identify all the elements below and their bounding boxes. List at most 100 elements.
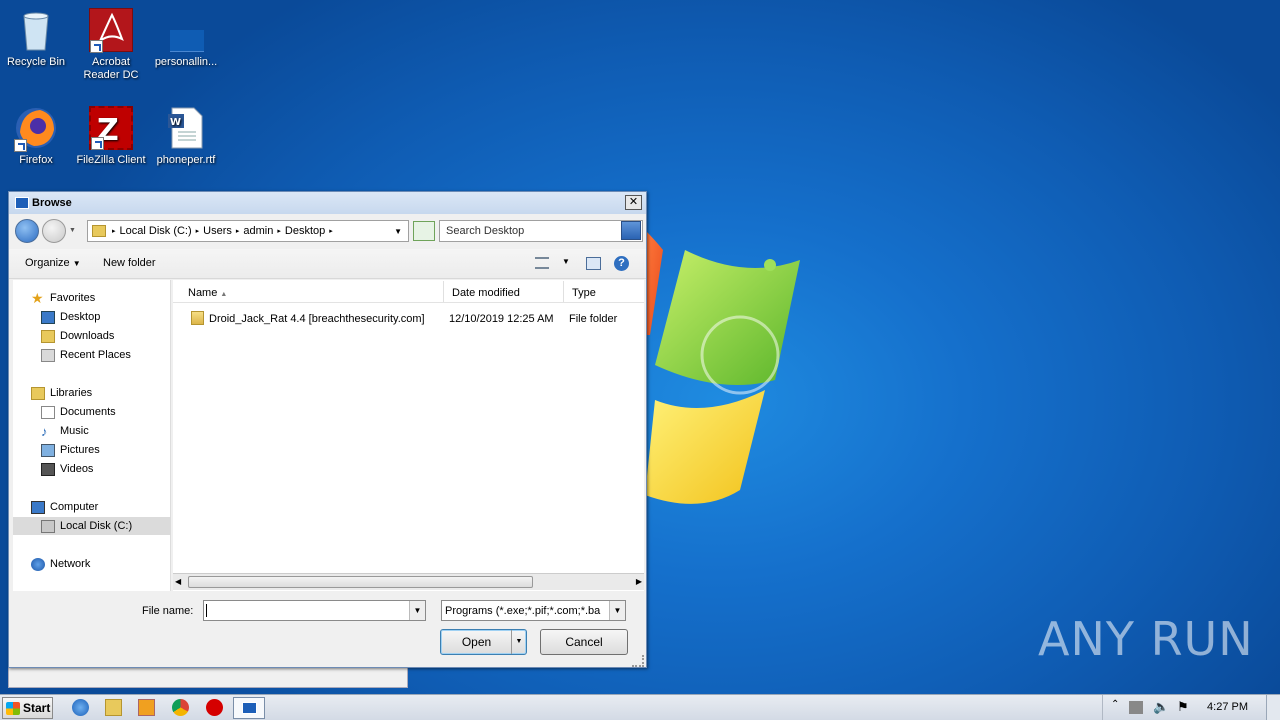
nav-documents[interactable]: Documents xyxy=(41,403,116,421)
desktop-icon-filezilla[interactable]: Z FileZilla Client xyxy=(73,106,149,167)
start-button[interactable]: Start xyxy=(2,697,53,719)
scroll-right-icon[interactable]: ▶ xyxy=(636,577,642,586)
nav-libraries[interactable]: Libraries xyxy=(31,384,92,402)
nav-label: Network xyxy=(50,558,91,570)
horizontal-scrollbar[interactable]: ◀ ▶ xyxy=(173,573,644,590)
media-player-icon[interactable] xyxy=(138,699,155,716)
chevron-right-icon: ▸ xyxy=(112,228,116,235)
internet-explorer-icon[interactable] xyxy=(72,699,89,716)
chevron-down-icon[interactable]: ▼ xyxy=(394,227,402,236)
nav-local-disk[interactable]: Local Disk (C:) xyxy=(13,517,171,535)
nav-label: Videos xyxy=(60,463,94,475)
dialog-footer: File name: ▼ Programs (*.exe;*.pif;*.com… xyxy=(9,591,646,669)
organize-button[interactable]: Organize ▼ xyxy=(25,257,81,269)
desktop-icon-label: phoneper.rtf xyxy=(156,154,216,166)
explorer-icon[interactable] xyxy=(105,699,122,716)
resize-grip[interactable] xyxy=(632,655,644,667)
breadcrumb-admin[interactable]: admin xyxy=(243,225,273,237)
chevron-down-icon[interactable]: ▼ xyxy=(609,601,625,620)
chevron-right-icon[interactable]: ▸ xyxy=(277,227,281,235)
nav-label: Music xyxy=(60,425,89,437)
cancel-button[interactable]: Cancel xyxy=(540,629,628,655)
downloads-icon xyxy=(41,329,55,343)
file-name-input[interactable]: ▼ xyxy=(203,600,426,621)
desktop-icon-personallin[interactable]: personallin... xyxy=(148,8,224,69)
new-folder-button[interactable]: New folder xyxy=(103,257,156,269)
navigation-pane: ★ Favorites Desktop Downloads Recent Plac… xyxy=(13,280,171,591)
show-desktop-button[interactable] xyxy=(1266,695,1280,720)
clock[interactable]: 4:27 PM xyxy=(1207,701,1248,713)
breadcrumb-local-disk[interactable]: Local Disk (C:) xyxy=(120,225,192,237)
chevron-down-icon[interactable]: ▼ xyxy=(562,257,570,266)
table-row[interactable]: Droid_Jack_Rat 4.4 [breachthesecurity.co… xyxy=(185,311,644,329)
scroll-left-icon[interactable]: ◀ xyxy=(175,577,181,586)
view-options-icon[interactable] xyxy=(535,257,549,269)
desktop-icon-label: Acrobat Reader DC xyxy=(83,56,139,81)
desktop-icon-phoneper[interactable]: W phoneper.rtf xyxy=(148,106,224,167)
open-button[interactable]: Open ▼ xyxy=(440,629,527,655)
forward-button[interactable] xyxy=(42,219,66,243)
browse-dialog-taskbar-button[interactable] xyxy=(233,697,265,719)
nav-computer[interactable]: Computer xyxy=(31,498,98,516)
open-label: Open xyxy=(461,635,492,649)
column-label: Name xyxy=(188,287,218,299)
chrome-icon[interactable] xyxy=(172,699,189,716)
system-tray: ⌃ 🔈 ⚑ 4:27 PM xyxy=(1102,695,1280,720)
nav-videos[interactable]: Videos xyxy=(41,460,93,478)
desktop-icon-firefox[interactable]: Firefox xyxy=(0,106,74,167)
chevron-down-icon[interactable]: ▼ xyxy=(409,601,425,620)
scrollbar-thumb[interactable] xyxy=(188,576,533,588)
desktop-icon xyxy=(41,310,55,324)
nav-desktop[interactable]: Desktop xyxy=(41,308,100,326)
dialog-titlebar[interactable]: Browse xyxy=(9,192,646,214)
desktop-icon-label: Recycle Bin xyxy=(6,56,66,68)
volume-icon[interactable]: 🔈 xyxy=(1153,699,1169,715)
nav-pictures[interactable]: Pictures xyxy=(41,441,100,459)
file-name: Droid_Jack_Rat 4.4 [breachthesecurity.co… xyxy=(209,313,425,325)
network-tray-icon[interactable] xyxy=(1129,701,1143,714)
opera-icon[interactable] xyxy=(206,699,223,716)
documents-icon xyxy=(41,405,55,419)
svg-text:W: W xyxy=(170,117,181,128)
address-bar[interactable]: ▸ Local Disk (C:) ▸ Users ▸ admin ▸ Desk… xyxy=(87,220,409,242)
preview-pane-icon[interactable] xyxy=(586,257,601,270)
chevron-right-icon[interactable]: ▸ xyxy=(196,227,200,235)
show-hidden-icons-icon[interactable]: ⌃ xyxy=(1111,699,1119,710)
column-header-type[interactable]: Type xyxy=(564,281,644,302)
search-icon[interactable] xyxy=(621,221,641,240)
nav-downloads[interactable]: Downloads xyxy=(41,327,114,345)
desktop-icon-label: FileZilla Client xyxy=(76,154,146,166)
column-header-name[interactable]: Name ▲ xyxy=(173,281,444,302)
file-date: 12/10/2019 12:25 AM xyxy=(449,313,554,325)
nav-recent-places[interactable]: Recent Places xyxy=(41,346,131,364)
filezilla-icon: Z xyxy=(89,106,133,150)
shortcut-arrow-icon xyxy=(90,40,103,53)
desktop-icon-acrobat[interactable]: Acrobat Reader DC xyxy=(73,8,149,82)
chevron-right-icon[interactable]: ▸ xyxy=(236,227,240,235)
file-type-select[interactable]: Programs (*.exe;*.pif;*.com;*.ba ▼ xyxy=(441,600,626,621)
organize-label: Organize xyxy=(25,257,70,269)
help-icon[interactable]: ? xyxy=(614,256,629,271)
recent-places-icon xyxy=(41,348,55,362)
desktop-icon-recycle-bin[interactable]: Recycle Bin xyxy=(0,8,74,69)
nav-music[interactable]: ♪ Music xyxy=(41,422,89,440)
breadcrumb-users[interactable]: Users xyxy=(203,225,232,237)
back-button[interactable] xyxy=(15,219,39,243)
nav-favorites[interactable]: ★ Favorites xyxy=(31,289,95,307)
window-icon xyxy=(242,702,257,714)
nav-label: Documents xyxy=(60,406,116,418)
firefox-icon xyxy=(14,106,58,152)
address-row: ▼ ▸ Local Disk (C:) ▸ Users ▸ admin ▸ De… xyxy=(13,218,643,244)
recent-pages-dropdown-icon[interactable]: ▼ xyxy=(69,227,76,234)
close-button[interactable]: ✕ xyxy=(625,195,642,210)
column-header-date[interactable]: Date modified xyxy=(444,281,564,302)
nav-network[interactable]: Network xyxy=(31,555,90,573)
refresh-button[interactable] xyxy=(413,221,435,241)
breadcrumb-desktop[interactable]: Desktop xyxy=(285,225,325,237)
search-input[interactable]: Search Desktop xyxy=(439,220,643,242)
action-center-flag-icon[interactable]: ⚑ xyxy=(1177,699,1189,715)
file-list: Name ▲ Date modified Type Droid_Jack_Rat… xyxy=(173,280,644,591)
network-icon xyxy=(31,557,45,571)
chevron-down-icon[interactable]: ▼ xyxy=(511,630,526,654)
chevron-right-icon[interactable]: ▸ xyxy=(329,227,333,235)
